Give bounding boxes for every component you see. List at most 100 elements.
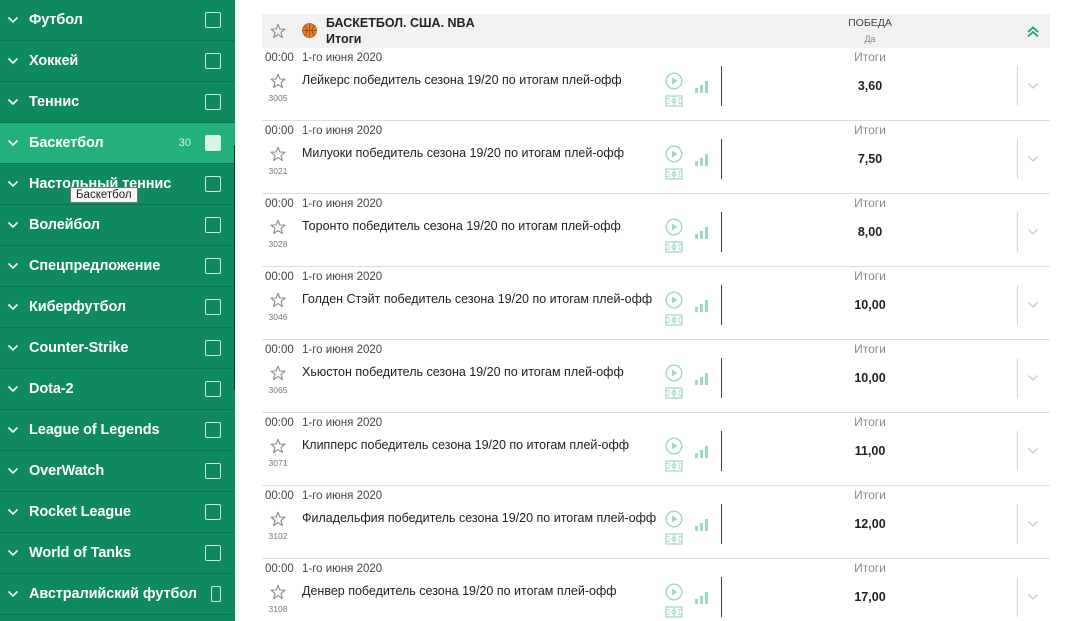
play-icon[interactable] bbox=[665, 437, 683, 455]
odds-button[interactable]: 7,50 bbox=[828, 152, 912, 166]
field-icon[interactable] bbox=[665, 460, 683, 472]
odds-button[interactable]: 3,60 bbox=[828, 79, 912, 93]
chevron-down-icon[interactable] bbox=[7, 342, 19, 354]
field-icon[interactable] bbox=[665, 533, 683, 545]
sidebar-item-checkbox[interactable] bbox=[205, 94, 221, 110]
chevron-down-icon[interactable] bbox=[1027, 447, 1039, 455]
sidebar-item[interactable]: Теннис bbox=[0, 82, 235, 123]
field-icon[interactable] bbox=[665, 241, 683, 253]
sidebar-item[interactable]: Хоккей bbox=[0, 41, 235, 82]
chevron-down-icon[interactable] bbox=[1027, 520, 1039, 528]
stats-icon[interactable] bbox=[694, 443, 710, 459]
play-icon[interactable] bbox=[665, 291, 683, 309]
sidebar-item-checkbox[interactable] bbox=[205, 176, 221, 192]
sidebar-item-checkbox[interactable] bbox=[205, 504, 221, 520]
event-name[interactable]: Лейкерс победитель сезона 19/20 по итога… bbox=[302, 72, 657, 88]
chevron-down-icon[interactable] bbox=[1027, 593, 1039, 601]
star-icon[interactable] bbox=[270, 365, 286, 381]
event-name[interactable]: Хьюстон победитель сезона 19/20 по итога… bbox=[302, 364, 657, 380]
chevron-down-icon[interactable] bbox=[7, 178, 19, 190]
sidebar-item-checkbox[interactable] bbox=[205, 217, 221, 233]
event-name[interactable]: Торонто победитель сезона 19/20 по итога… bbox=[302, 218, 657, 234]
sidebar-scrollbar[interactable] bbox=[234, 145, 235, 390]
field-icon[interactable] bbox=[665, 95, 683, 107]
sidebar-item[interactable]: Футбол bbox=[0, 0, 235, 41]
sidebar-item[interactable]: Rocket League bbox=[0, 492, 235, 533]
sidebar-item-checkbox[interactable] bbox=[205, 299, 221, 315]
chevron-down-icon[interactable] bbox=[7, 383, 19, 395]
chevron-down-icon[interactable] bbox=[7, 424, 19, 436]
odds-button[interactable]: 12,00 bbox=[828, 517, 912, 531]
chevron-down-icon[interactable] bbox=[1027, 301, 1039, 309]
stats-icon[interactable] bbox=[694, 370, 710, 386]
play-icon[interactable] bbox=[665, 583, 683, 601]
stats-icon[interactable] bbox=[694, 224, 710, 240]
odds-button[interactable]: 11,00 bbox=[828, 444, 912, 458]
play-icon[interactable] bbox=[665, 218, 683, 236]
field-icon[interactable] bbox=[665, 168, 683, 180]
field-icon[interactable] bbox=[665, 314, 683, 326]
sidebar-item[interactable]: Волейбол bbox=[0, 205, 235, 246]
stats-icon[interactable] bbox=[694, 297, 710, 313]
chevron-down-icon[interactable] bbox=[7, 137, 19, 149]
chevron-down-icon[interactable] bbox=[7, 547, 19, 559]
star-icon[interactable] bbox=[270, 511, 286, 527]
sidebar-item-checkbox[interactable] bbox=[205, 422, 221, 438]
odds-button[interactable]: 10,00 bbox=[828, 298, 912, 312]
sidebar-item[interactable]: Dota-2 bbox=[0, 369, 235, 410]
double-chevron-up-icon[interactable] bbox=[1026, 25, 1040, 39]
chevron-down-icon[interactable] bbox=[7, 219, 19, 231]
field-icon[interactable] bbox=[665, 387, 683, 399]
chevron-down-icon[interactable] bbox=[7, 465, 19, 477]
star-icon[interactable] bbox=[270, 584, 286, 600]
star-icon[interactable] bbox=[270, 292, 286, 308]
stats-icon[interactable] bbox=[694, 151, 710, 167]
sidebar-item[interactable]: Киберфутбол bbox=[0, 287, 235, 328]
chevron-down-icon[interactable] bbox=[1027, 82, 1039, 90]
sidebar-item-checkbox[interactable] bbox=[210, 586, 221, 602]
play-icon[interactable] bbox=[665, 145, 683, 163]
stats-icon[interactable] bbox=[694, 78, 710, 94]
sidebar-item-checkbox[interactable] bbox=[205, 545, 221, 561]
star-icon[interactable] bbox=[270, 219, 286, 235]
stats-icon[interactable] bbox=[694, 589, 710, 605]
sidebar-item[interactable]: League of Legends bbox=[0, 410, 235, 451]
sidebar-item-checkbox[interactable] bbox=[205, 258, 221, 274]
event-name[interactable]: Милуоки победитель сезона 19/20 по итога… bbox=[302, 145, 657, 161]
star-icon[interactable] bbox=[270, 146, 286, 162]
sidebar-item-checkbox[interactable] bbox=[205, 12, 221, 28]
sidebar-item[interactable]: World of Tanks bbox=[0, 533, 235, 574]
sidebar-item-checkbox[interactable] bbox=[205, 53, 221, 69]
chevron-down-icon[interactable] bbox=[1027, 228, 1039, 236]
star-icon[interactable] bbox=[270, 73, 286, 89]
stats-icon[interactable] bbox=[694, 516, 710, 532]
sidebar-item[interactable]: OverWatch bbox=[0, 451, 235, 492]
sidebar-item-checkbox[interactable] bbox=[205, 381, 221, 397]
chevron-down-icon[interactable] bbox=[1027, 155, 1039, 163]
star-icon[interactable] bbox=[270, 23, 286, 39]
sidebar-item[interactable]: Спецпредложение bbox=[0, 246, 235, 287]
league-title[interactable]: БАСКЕТБОЛ. США. NBA bbox=[326, 16, 475, 30]
chevron-down-icon[interactable] bbox=[7, 96, 19, 108]
sidebar-item-checkbox[interactable] bbox=[205, 463, 221, 479]
event-name[interactable]: Филадельфия победитель сезона 19/20 по и… bbox=[302, 510, 657, 526]
play-icon[interactable] bbox=[665, 72, 683, 90]
sidebar-item-checkbox[interactable] bbox=[205, 340, 221, 356]
play-icon[interactable] bbox=[665, 510, 683, 528]
chevron-down-icon[interactable] bbox=[1027, 374, 1039, 382]
event-name[interactable]: Клипперс победитель сезона 19/20 по итог… bbox=[302, 437, 657, 453]
chevron-down-icon[interactable] bbox=[7, 55, 19, 67]
sidebar-item-checkbox[interactable] bbox=[205, 135, 221, 151]
sidebar-item[interactable]: Баскетбол 30 bbox=[0, 123, 235, 164]
chevron-down-icon[interactable] bbox=[7, 260, 19, 272]
sidebar-item[interactable]: Counter-Strike bbox=[0, 328, 235, 369]
odds-button[interactable]: 17,00 bbox=[828, 590, 912, 604]
chevron-down-icon[interactable] bbox=[7, 301, 19, 313]
play-icon[interactable] bbox=[665, 364, 683, 382]
event-name[interactable]: Голден Стэйт победитель сезона 19/20 по … bbox=[302, 291, 657, 307]
chevron-down-icon[interactable] bbox=[7, 588, 19, 600]
odds-button[interactable]: 8,00 bbox=[828, 225, 912, 239]
field-icon[interactable] bbox=[665, 606, 683, 618]
chevron-down-icon[interactable] bbox=[7, 506, 19, 518]
chevron-down-icon[interactable] bbox=[7, 14, 19, 26]
